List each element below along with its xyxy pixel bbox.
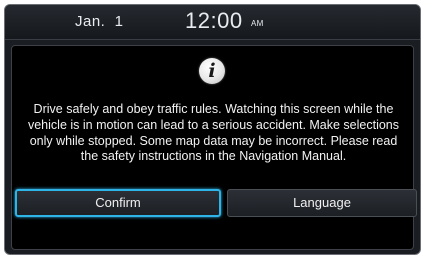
status-time: 12:00 <box>185 8 243 33</box>
info-icon: i <box>199 58 225 84</box>
safety-warning-dialog: i Drive safely and obey traffic rules. W… <box>11 45 414 250</box>
confirm-button[interactable]: Confirm <box>15 189 221 217</box>
language-button[interactable]: Language <box>227 189 417 217</box>
safety-message: Drive safely and obey traffic rules. Wat… <box>27 102 400 164</box>
status-ampm: AM <box>251 19 264 28</box>
head-unit-screen: Jan. 1 12:00 AM i Drive safely and obey … <box>4 4 421 255</box>
device-bezel: Jan. 1 12:00 AM i Drive safely and obey … <box>0 0 425 259</box>
status-date: Jan. 1 <box>75 13 124 30</box>
status-bar: Jan. 1 12:00 AM <box>5 5 420 40</box>
info-icon-glyph: i <box>208 60 216 82</box>
